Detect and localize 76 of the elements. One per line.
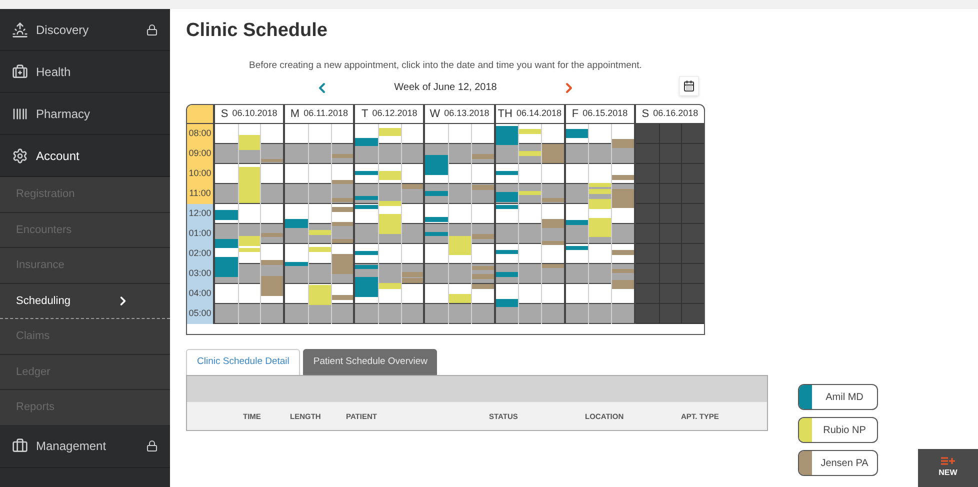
gear-icon [12, 148, 28, 164]
time-label: 12:00 [187, 204, 213, 224]
appointment-block[interactable] [496, 192, 518, 202]
appointment-block[interactable] [215, 210, 238, 220]
appointment-block[interactable] [355, 170, 378, 175]
tab[interactable]: Clinic Schedule Detail [186, 348, 300, 375]
appointment-block[interactable] [542, 144, 564, 163]
page-title: Clinic Schedule [186, 19, 328, 43]
header-corner [187, 104, 213, 123]
appointment-block[interactable] [566, 246, 588, 250]
medical-kit-icon [12, 64, 28, 80]
appointment-block[interactable] [402, 278, 424, 283]
day-column[interactable] [353, 124, 424, 324]
sunrise-icon [12, 22, 28, 38]
appointment-block[interactable] [496, 250, 518, 254]
time-label: 05:00 [187, 304, 213, 324]
appointment-block[interactable] [566, 220, 588, 225]
sidebar-item[interactable]: Management [0, 426, 170, 468]
briefcase-icon [12, 438, 28, 454]
calendar-icon [683, 80, 695, 92]
appointment-block[interactable] [496, 298, 518, 307]
appointment-block[interactable] [425, 216, 448, 222]
appointment-block[interactable] [332, 198, 354, 202]
legend-label: Rubio NP [822, 424, 867, 438]
appointment-block[interactable] [285, 218, 308, 228]
appointment-block[interactable] [332, 238, 354, 243]
appointment-block[interactable] [472, 284, 494, 289]
appointment-block[interactable] [332, 222, 354, 226]
appointment-block[interactable] [355, 204, 378, 209]
day-column[interactable] [564, 124, 634, 324]
appointment-block[interactable] [332, 154, 354, 158]
week-label: Week of June 12, 2018 [394, 81, 497, 96]
appointment-block[interactable] [332, 294, 354, 300]
legend-label: Amil MD [824, 390, 864, 404]
new-button[interactable]: NEW [918, 449, 978, 487]
time-label: 11:00 [187, 184, 213, 204]
day-column[interactable] [283, 124, 354, 324]
schedule-lane[interactable] [496, 124, 518, 324]
time-label: 01:00 [187, 224, 213, 244]
time-label: 04:00 [187, 284, 213, 304]
appointment-block[interactable] [332, 254, 354, 274]
time-label: 10:00 [187, 164, 213, 184]
appointment-block[interactable] [355, 138, 378, 146]
appointment-block[interactable] [332, 180, 354, 184]
barcode-icon [12, 106, 28, 122]
instruction-text: Before creating a new appointment, click into the date and time you want for the appointment. [248, 58, 643, 72]
day-column[interactable] [494, 124, 564, 324]
appointment-block[interactable] [496, 126, 518, 145]
calendar-button[interactable] [679, 76, 699, 96]
sidebar-item[interactable]: Discovery [0, 9, 170, 51]
appointment-block[interactable] [261, 276, 284, 296]
day-column[interactable] [423, 124, 494, 324]
submenu-item[interactable]: Scheduling [0, 284, 170, 319]
appointment-block[interactable] [215, 256, 238, 277]
appointment-block[interactable] [261, 260, 284, 265]
time-label: 03:00 [187, 264, 213, 284]
time-label: 02:00 [187, 244, 213, 264]
appointment-block[interactable] [332, 206, 354, 212]
legend-label: Jensen PA [820, 456, 870, 470]
list-plus-icon [941, 457, 955, 465]
appointment-block[interactable] [355, 250, 378, 255]
appointment-block[interactable] [496, 170, 518, 175]
appointment-block[interactable] [285, 262, 308, 266]
time-label: 08:00 [187, 124, 213, 144]
tab[interactable]: Patient Schedule Overview [303, 348, 438, 375]
appointment-block[interactable] [566, 128, 588, 138]
appointment-block[interactable] [496, 204, 518, 209]
sidebar-item[interactable]: Health [0, 51, 170, 93]
appointment-block[interactable] [496, 272, 518, 277]
day-column[interactable] [213, 124, 284, 324]
time-label: 09:00 [187, 144, 213, 164]
schedule-lane[interactable] [566, 124, 588, 324]
appointment-block[interactable] [542, 264, 564, 268]
appointment-block[interactable] [402, 272, 424, 277]
sidebar-item[interactable]: Pharmacy [0, 93, 170, 135]
appointment-block[interactable] [402, 184, 424, 189]
